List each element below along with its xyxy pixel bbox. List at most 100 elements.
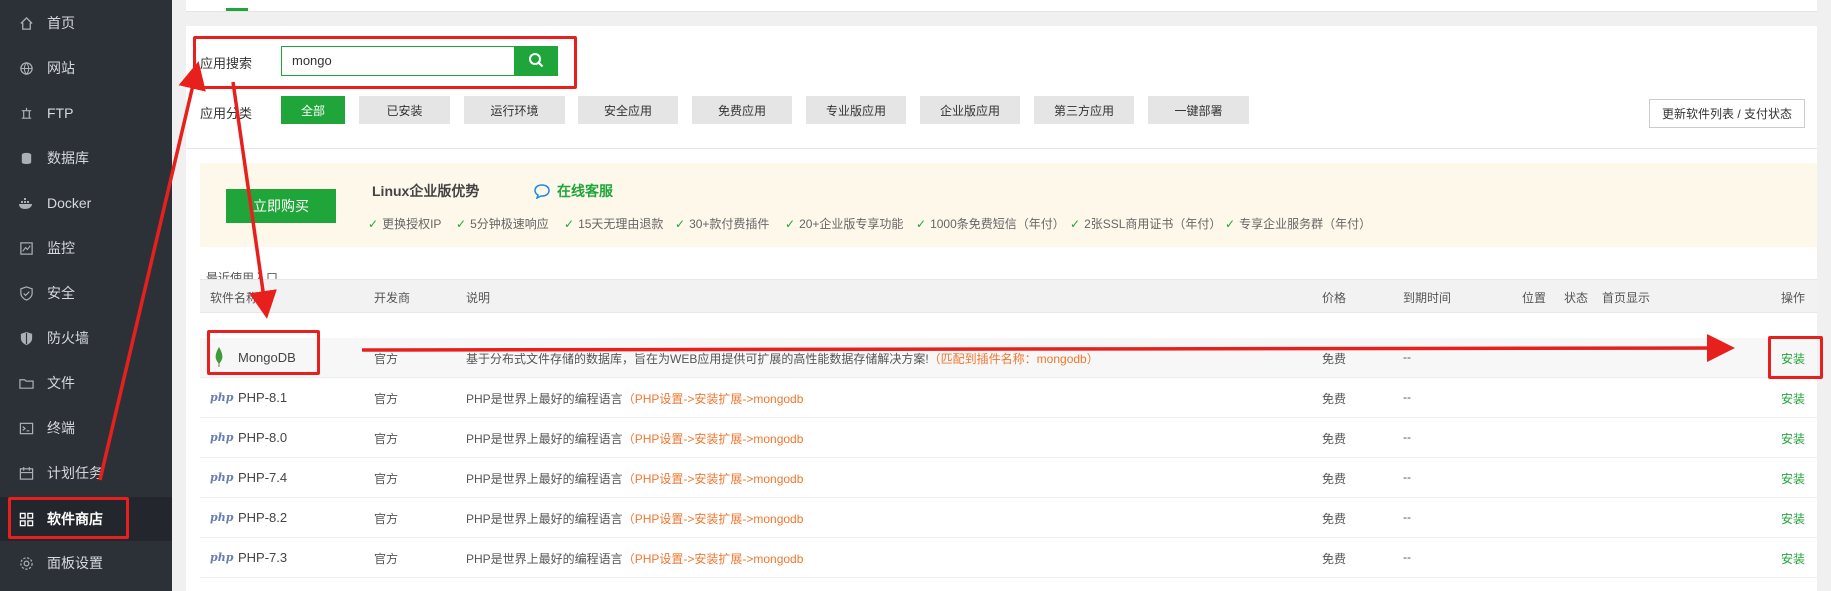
sidebar-item-label: Docker	[47, 195, 92, 211]
mongodb-leaf-icon	[214, 347, 224, 370]
main-content: 应用搜索 mongo 应用分类 全部 已安装 运行环境 安全应用 免费应用 专业…	[186, 0, 1817, 591]
expire-time: --	[1403, 550, 1411, 564]
col-action: 操作	[1780, 291, 1805, 305]
database-icon	[18, 150, 34, 166]
check-icon: ✓	[1070, 217, 1081, 231]
feature-item: ✓ 30+款付费插件	[675, 217, 770, 231]
php-logo-icon: php	[210, 551, 234, 564]
monitor-icon	[18, 240, 34, 256]
sidebar-item-app-store[interactable]: 软件商店	[0, 497, 172, 541]
search-input[interactable]: mongo	[281, 46, 516, 76]
feature-item: ✓ 2张SSL商用证书（年付）	[1070, 217, 1222, 231]
online-service-link[interactable]: 在线客服	[533, 181, 613, 201]
expire-time: --	[1403, 510, 1411, 524]
price: 免费	[1322, 512, 1347, 526]
sidebar-item-label: 首页	[47, 15, 75, 31]
category-security[interactable]: 安全应用	[578, 96, 678, 124]
install-button[interactable]: 安装	[1781, 550, 1805, 567]
category-third-party[interactable]: 第三方应用	[1034, 96, 1134, 124]
price: 免费	[1322, 352, 1347, 366]
gear-icon	[18, 555, 34, 571]
category-runtime[interactable]: 运行环境	[464, 96, 565, 124]
software-table-header: 软件名称 开发商 说明 价格 到期时间 位置 状态 首页显示 操作	[200, 279, 1817, 313]
feature-item: ✓ 1000条免费短信（年付）	[916, 217, 1065, 231]
search-button[interactable]	[514, 46, 558, 76]
price: 免费	[1322, 472, 1347, 486]
expire-time: --	[1403, 470, 1411, 484]
sidebar-item-label: 监控	[47, 240, 75, 256]
description: PHP是世界上最好的编程语言（PHP设置->安装扩展->mongodb	[466, 472, 804, 486]
category-free[interactable]: 免费应用	[692, 96, 792, 124]
buy-now-button[interactable]: 立即购买	[226, 189, 336, 223]
category-all[interactable]: 全部	[281, 96, 345, 124]
sidebar-item-cron[interactable]: 计划任务	[0, 451, 172, 495]
category-one-click-deploy[interactable]: 一键部署	[1148, 96, 1249, 124]
active-tab-indicator	[226, 8, 248, 11]
home-icon	[18, 15, 34, 31]
col-desc: 说明	[466, 291, 491, 305]
table-row: php PHP-8.0 官方 PHP是世界上最好的编程语言（PHP设置->安装扩…	[200, 418, 1817, 458]
table-row: php PHP-8.2 官方 PHP是世界上最好的编程语言（PHP设置->安装扩…	[200, 498, 1817, 538]
category-enterprise[interactable]: 企业版应用	[920, 96, 1020, 124]
check-icon: ✓	[564, 217, 575, 231]
grid-icon	[18, 511, 34, 527]
sidebar-item-ftp[interactable]: FTP	[0, 91, 172, 135]
php-logo-icon: php	[210, 431, 234, 444]
sidebar-item-label: 面板设置	[47, 555, 103, 571]
sidebar-item-firewall[interactable]: 防火墙	[0, 316, 172, 360]
expire-time: --	[1403, 430, 1411, 444]
description: PHP是世界上最好的编程语言（PHP设置->安装扩展->mongodb	[466, 552, 804, 566]
sidebar-item-settings[interactable]: 面板设置	[0, 541, 172, 585]
folder-icon	[18, 375, 34, 391]
table-row: php PHP-7.4 官方 PHP是世界上最好的编程语言（PHP设置->安装扩…	[200, 458, 1817, 498]
feature-item: ✓ 15天无理由退款	[564, 217, 664, 231]
col-vendor: 开发商	[374, 291, 411, 305]
sidebar-item-label: FTP	[47, 105, 74, 121]
sidebar-item-website[interactable]: 网站	[0, 46, 172, 90]
check-icon: ✓	[916, 217, 927, 231]
search-label: 应用搜索	[200, 56, 253, 71]
php-logo-icon: php	[210, 511, 234, 524]
price: 免费	[1322, 432, 1347, 446]
sidebar-item-security[interactable]: 安全	[0, 271, 172, 315]
install-button[interactable]: 安装	[1781, 350, 1805, 367]
globe-icon	[18, 60, 34, 76]
check-icon: ✓	[368, 217, 379, 231]
software-name: MongoDB	[238, 350, 296, 365]
sidebar-item-label: 计划任务	[47, 465, 103, 481]
install-button[interactable]: 安装	[1781, 470, 1805, 487]
vendor: 官方	[374, 392, 399, 406]
install-button[interactable]: 安装	[1781, 510, 1805, 527]
price: 免费	[1322, 392, 1347, 406]
sidebar-item-home[interactable]: 首页	[0, 1, 172, 45]
vendor: 官方	[374, 512, 399, 526]
install-button[interactable]: 安装	[1781, 430, 1805, 447]
ftp-icon	[18, 105, 34, 121]
category-installed[interactable]: 已安装	[359, 96, 450, 124]
feature-item: ✓ 更换授权IP	[368, 217, 442, 231]
chat-icon	[533, 183, 551, 199]
category-pro[interactable]: 专业版应用	[806, 96, 906, 124]
vendor: 官方	[374, 472, 399, 486]
expire-time: --	[1403, 390, 1411, 404]
sidebar-item-label: 文件	[47, 375, 75, 391]
description: PHP是世界上最好的编程语言（PHP设置->安装扩展->mongodb	[466, 392, 804, 406]
php-logo-icon: php	[210, 391, 234, 404]
col-expire: 到期时间	[1403, 291, 1452, 305]
col-home-display: 首页显示	[1602, 291, 1651, 305]
sidebar-item-terminal[interactable]: 终端	[0, 406, 172, 450]
sidebar-item-files[interactable]: 文件	[0, 361, 172, 405]
firewall-icon	[18, 330, 34, 346]
software-name: PHP-7.3	[238, 550, 288, 565]
sidebar-item-docker[interactable]: Docker	[0, 181, 172, 225]
top-tab-strip	[186, 0, 1817, 12]
sidebar-item-label: 网站	[47, 60, 75, 76]
sidebar-item-database[interactable]: 数据库	[0, 136, 172, 180]
col-status: 状态	[1564, 291, 1589, 305]
search-icon	[528, 52, 544, 71]
divider	[186, 148, 1817, 149]
refresh-software-list-button[interactable]: 更新软件列表 / 支付状态	[1649, 99, 1805, 128]
install-button[interactable]: 安装	[1781, 390, 1805, 407]
sidebar-item-monitor[interactable]: 监控	[0, 226, 172, 270]
col-name: 软件名称	[210, 291, 259, 305]
